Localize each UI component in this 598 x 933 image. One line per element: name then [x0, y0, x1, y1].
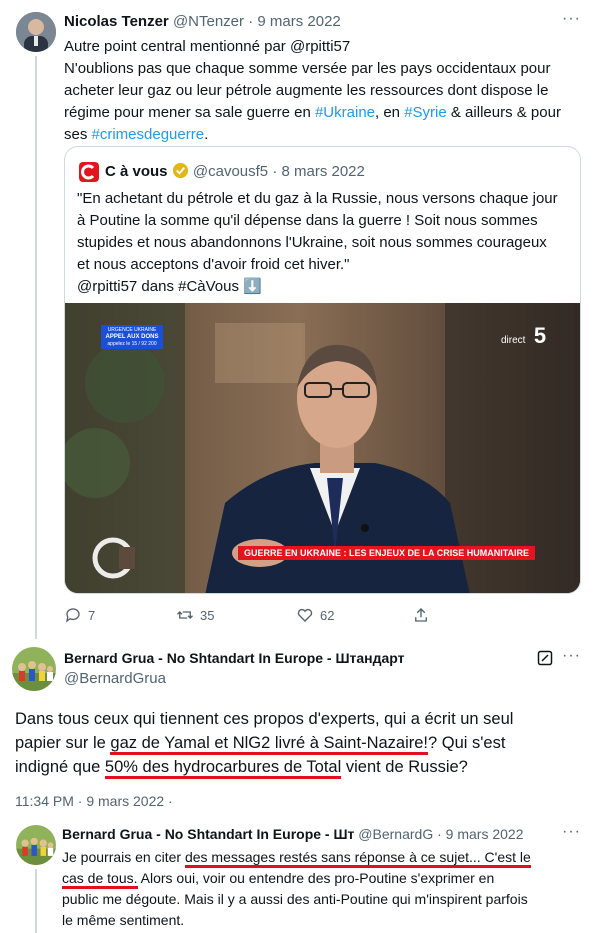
tweet1-text: , en	[375, 104, 405, 121]
avatar-bernard-grua[interactable]	[12, 647, 56, 691]
retweet-count: 35	[200, 607, 215, 623]
tweet1-line: N'oublions pas que chaque somme versée p…	[64, 60, 551, 77]
avatar-group-image	[12, 647, 56, 691]
quoted-tweet-card[interactable]: C à vous @cavousf5 · 8 mars 2022 "En ach…	[64, 146, 581, 594]
cavous-logo-icon	[79, 162, 99, 182]
tweet1-date[interactable]: 9 mars 2022	[257, 13, 340, 30]
tweet1-text: régime pour mener sa sale guerre en	[64, 104, 315, 121]
reply-button[interactable]: 7	[64, 606, 95, 624]
tweet3-date[interactable]: 9 mars 2022	[446, 826, 524, 842]
hashtag-ukraine[interactable]: #Ukraine	[315, 104, 375, 121]
hashtag-crimesdeguerre[interactable]: #crimesdeguerre	[92, 126, 205, 143]
tweet2-line: indigné que 50% des hydrocarbures de Tot…	[15, 755, 585, 779]
tweet2-more-icon[interactable]: ···	[562, 647, 581, 665]
hashtag-syrie[interactable]: #Syrie	[404, 104, 447, 121]
verified-gold-badge-icon	[172, 162, 189, 183]
badge-line: APPEL AUX DONS	[105, 334, 159, 340]
tweet1-more-icon[interactable]: ···	[562, 10, 581, 28]
tweet3-text: Je pourrais en citer	[62, 849, 185, 865]
highlighted-cas-text: cas de tous.	[62, 870, 138, 889]
tweet1-text: ses	[64, 126, 92, 143]
channel-logo: direct 5	[501, 323, 546, 349]
quote-line: et nous acceptons d'avoir froid cet hive…	[77, 256, 350, 273]
like-count: 62	[320, 607, 335, 623]
avatar-bernard-grua-reply[interactable]	[16, 825, 56, 865]
tweet2-text: vient de Russie?	[341, 758, 468, 776]
avatar-portrait-image	[16, 12, 56, 52]
retweet-icon	[177, 611, 193, 619]
tweet2-text: indigné que	[15, 758, 105, 776]
edit-note-icon[interactable]	[537, 650, 553, 671]
video-thumbnail[interactable]: URGENCE UKRAINE APPEL AUX DONS appelez l…	[65, 303, 580, 593]
tweet3-line: cas de tous. Alors oui, voir ou entendre…	[62, 868, 587, 889]
tweet2-handle[interactable]: @BernardGrua	[64, 670, 166, 687]
tweet3-line: public me dégoute. Mais il y a aussi des…	[62, 891, 528, 907]
tweet3-line: le même sentiment.	[62, 912, 185, 928]
reply-icon	[65, 608, 80, 623]
tweet2-timestamp[interactable]: 11:34 PM · 9 mars 2022 ·	[15, 793, 173, 809]
tweet2-author-name[interactable]: Bernard Grua - No Shtandart In Europe - …	[64, 650, 405, 666]
quote-header: C à vous @cavousf5 · 8 mars 2022	[105, 162, 365, 183]
urgence-ukraine-badge: URGENCE UKRAINE APPEL AUX DONS appelez l…	[101, 325, 163, 349]
share-icon	[415, 608, 427, 622]
quote-author-name[interactable]: C à vous	[105, 163, 168, 180]
tweet3-line: Je pourrais en citer des messages restés…	[62, 847, 587, 868]
tweet1-line: ses #crimesdeguerre.	[64, 124, 584, 146]
quote-text: "En achetant du pétrole et du gaz à la R…	[77, 188, 572, 298]
reply-thread-line	[35, 869, 37, 933]
channel-number: 5	[533, 323, 547, 348]
tweet2-line: Dans tous ceux qui tiennent ces propos d…	[15, 710, 514, 728]
badge-line: appelez le 15 / 92 200	[107, 341, 157, 347]
tweet1-handle[interactable]: @NTenzer	[173, 13, 244, 30]
tweet3-more-icon[interactable]: ···	[562, 823, 581, 841]
avatar-group-image	[16, 825, 56, 865]
quote-line: stupides et nous abandonnons l'Ukraine, …	[77, 234, 547, 251]
tweet2-text: ? Qui s'est	[428, 734, 506, 752]
tweet1-sep: ·	[248, 13, 254, 30]
tweet1-line: acheter leur gaz ou leur pétrole augment…	[64, 82, 549, 99]
tweet2-body: Dans tous ceux qui tiennent ces propos d…	[15, 707, 585, 779]
badge-line: URGENCE UKRAINE	[107, 327, 157, 333]
quote-sep: ·	[272, 163, 278, 180]
tweet3-sep: ·	[437, 826, 442, 842]
tweet3-author-name[interactable]: Bernard Grua - No Shtandart In Europe - …	[62, 826, 354, 842]
quote-line: @rpitti57 dans #CàVous ⬇️	[77, 278, 262, 295]
tweet1-text: & ailleurs & pour	[446, 104, 561, 121]
tweet1-text: .	[204, 126, 209, 143]
tweet3-text: Alors oui, voir ou entendre des pro-Pout…	[137, 870, 495, 886]
like-button[interactable]: 62	[296, 606, 334, 624]
video-banner: GUERRE EN UKRAINE : LES ENJEUX DE LA CRI…	[238, 546, 536, 560]
channel-direct-label: direct	[501, 335, 526, 346]
quote-date[interactable]: 8 mars 2022	[281, 163, 364, 180]
video-banner-text: GUERRE EN UKRAINE : LES ENJEUX DE LA CRI…	[244, 548, 530, 558]
retweet-button[interactable]: 35	[176, 606, 214, 624]
share-button[interactable]	[412, 606, 430, 624]
avatar-nicolas-tenzer[interactable]	[16, 12, 56, 52]
highlighted-yamal-text: gaz de Yamal et NlG2 livré à Saint-Nazai…	[110, 734, 429, 755]
tweet3-body: Je pourrais en citer des messages restés…	[62, 847, 587, 931]
quote-line: "En achetant du pétrole et du gaz à la R…	[77, 190, 558, 207]
tweet2-text: papier sur le	[15, 734, 111, 752]
heart-icon	[297, 608, 313, 622]
tweet1-header: Nicolas Tenzer @NTenzer · 9 mars 2022	[64, 13, 341, 30]
tweet1-line: Autre point central mentionné par @rpitt…	[64, 38, 351, 55]
quote-line: à Poutine la somme qu'il dépense dans la…	[77, 212, 538, 229]
highlighted-messages-text: des messages restés sans réponse à ce su…	[184, 849, 531, 868]
highlighted-total-text: 50% des hydrocarbures de Total	[104, 758, 342, 779]
reply-count: 7	[88, 607, 96, 623]
thread-connector-line	[35, 56, 37, 639]
tweet1-body: Autre point central mentionné par @rpitt…	[64, 36, 584, 146]
tweet1-line: régime pour mener sa sale guerre en #Ukr…	[64, 102, 584, 124]
tweet3-header: Bernard Grua - No Shtandart In Europe - …	[62, 826, 552, 842]
tweet1-author-name[interactable]: Nicolas Tenzer	[64, 13, 169, 30]
quote-handle[interactable]: @cavousf5	[193, 163, 268, 180]
tweet3-handle[interactable]: @BernardG	[358, 826, 433, 842]
tweet2-line: papier sur le gaz de Yamal et NlG2 livré…	[15, 731, 585, 755]
